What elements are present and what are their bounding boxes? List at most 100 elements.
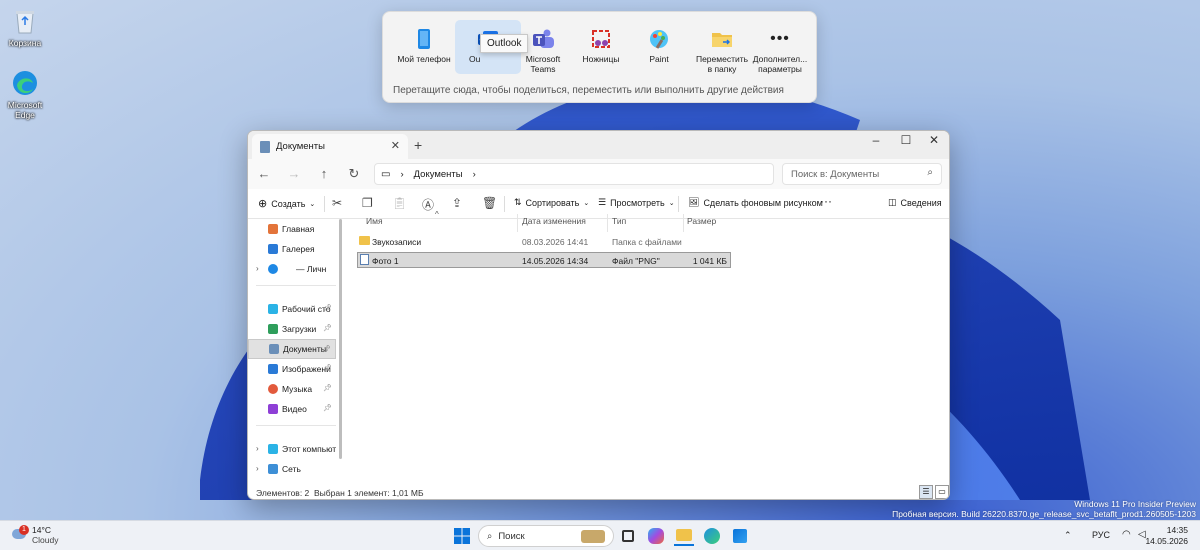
sidebar-item-pictures[interactable]: Изображени 📌︎ [248,359,336,379]
file-row-sound-recordings[interactable]: Звукозаписи 08.03.2026 14:41 Папка с фай… [357,234,731,250]
tiles-view-icon[interactable]: ▭ [935,485,949,499]
desktop-icon-edge[interactable]: Microsoft Edge [0,68,50,120]
paste-icon[interactable]: 📋︎ [392,196,407,210]
column-header-size[interactable]: Размер [687,216,716,226]
sidebar-item-onedrive[interactable]: › — Личн [248,259,336,279]
pictures-icon [268,364,278,374]
start-button[interactable] [452,526,472,546]
share-target-phone[interactable]: Мой телефон [391,20,457,74]
desktop-icon-recycle-bin[interactable]: Корзина [0,6,50,48]
share-target-move-to-folder[interactable]: Переместить в папку [689,20,755,74]
command-bar: ⊕ Создать ⌄ ✂ ❐ 📋︎ Ⓐ ⇪ 🗑︎ ⇅ Сортировать … [248,189,949,219]
network-status-icon[interactable]: ◠ [1122,529,1131,540]
image-file-icon [360,254,369,265]
chevron-right-icon: › [256,444,259,453]
sidebar-item-network[interactable]: › Сеть [248,459,336,479]
refresh-icon[interactable]: ↻ [344,166,364,182]
back-icon[interactable]: ← [254,166,274,181]
sort-button[interactable]: ⇅ Сортировать ⌄ [514,197,589,208]
column-divider[interactable] [683,214,684,232]
sidebar-item-video[interactable]: Видео 📌︎ [248,399,336,419]
gallery-icon [268,244,278,254]
chevron-right-icon: › [256,464,259,473]
copilot-button[interactable] [646,526,666,546]
explorer-taskbar-button[interactable] [674,526,694,546]
sidebar-item-gallery[interactable]: Галерея [248,239,336,259]
edge-taskbar-button[interactable] [702,526,722,546]
language-indicator[interactable]: РУС [1092,530,1110,540]
details-button[interactable]: ◫ Сведения [888,197,942,208]
sidebar-item-desktop[interactable]: Рабочий сто 📌︎ [248,299,336,319]
minimize-button[interactable]: – [861,133,891,147]
search-input[interactable]: Поиск в: Документы ⌕ [782,163,942,185]
divider [504,196,505,212]
new-tab-button[interactable]: + [414,137,422,153]
desktop-icon-label: Корзина [8,38,42,48]
create-button[interactable]: ⊕ Создать ⌄ [258,197,315,210]
maximize-button[interactable]: ☐ [891,133,921,147]
weather-widget[interactable]: 1 14°C Cloudy [10,525,58,545]
address-bar[interactable]: ▭ › Документы › [374,163,774,185]
copilot-icon [648,528,664,544]
divider [256,285,336,286]
status-selection: Выбран 1 элемент: 1,01 МБ [314,488,424,498]
column-header-date[interactable]: Дата изменения [522,216,586,226]
up-icon[interactable]: ↑ [314,166,334,181]
sidebar-item-music[interactable]: Музыка 📌︎ [248,379,336,399]
view-button[interactable]: ☰ Просмотреть ⌄ [598,197,675,208]
sidebar-item-downloads[interactable]: Загрузки 📌︎ [248,319,336,339]
home-icon [268,224,278,234]
chevron-right-icon: › [472,168,476,180]
pin-icon: 📌︎ [323,325,332,332]
share-icon[interactable]: ⇪ [452,196,462,210]
close-window-button[interactable]: ✕ [919,133,949,147]
pin-icon: 📌︎ [323,305,332,312]
taskbar-search[interactable]: ⌕ Поиск [478,525,614,547]
more-options-button[interactable]: ··· [820,194,832,208]
desktop-icon [268,304,278,314]
file-row-photo-1[interactable]: Фото 1 14.05.2026 14:34 Файл "PNG" 1 041… [357,252,731,268]
delete-icon[interactable]: 🗑︎ [482,196,497,210]
column-divider[interactable] [517,214,518,232]
sidebar-item-documents[interactable]: Документы 📌︎ [248,339,336,359]
column-header-name[interactable]: Имя [366,216,383,226]
share-target-more-options[interactable]: ••• Дополнител... параметры [747,20,813,75]
sort-icon: ⇅ [514,197,522,207]
store-icon [733,529,747,543]
divider [324,196,325,212]
music-icon [268,384,278,394]
search-icon: ⌕ [487,530,493,542]
column-divider[interactable] [607,214,608,232]
taskbar: 1 14°C Cloudy ⌕ Поиск ⌃ РУС ◠ ◁ 14:35 14… [0,520,1200,550]
tray-overflow-icon[interactable]: ⌃ [1064,530,1072,541]
divider [256,425,336,426]
documents-icon [260,140,270,153]
breadcrumb[interactable]: Документы [414,169,463,180]
set-wallpaper-button[interactable]: 🖼︎ Сделать фоновым рисунком [688,197,823,208]
plus-circle-icon: ⊕ [258,198,268,210]
sidebar-scrollbar[interactable] [339,219,342,459]
cut-icon[interactable]: ✂ [332,196,342,210]
recycle-bin-icon [10,6,40,36]
os-watermark: Windows 11 Pro Insider Preview Пробная в… [892,499,1196,519]
monitor-icon: ▭ [381,168,391,180]
sidebar-item-home[interactable]: Главная [248,219,336,239]
column-header-type[interactable]: Тип [612,216,626,226]
chevron-down-icon: ⌄ [583,199,590,207]
network-icon [268,464,278,474]
forward-icon[interactable]: → [284,166,304,181]
share-target-snipping[interactable]: Ножницы [568,20,634,74]
share-flyout: Мой телефон Ou Microsoft Teams Ножницы P… [382,11,817,103]
rename-icon[interactable]: Ⓐ [422,196,434,213]
task-view-button[interactable] [618,526,638,546]
tab-documents[interactable]: Документы ✕ [252,134,408,159]
store-taskbar-button[interactable] [730,526,750,546]
close-tab-icon[interactable]: ✕ [391,139,400,152]
copy-icon[interactable]: ❐ [362,196,373,210]
sidebar-item-this-pc[interactable]: › Этот компьюте [248,439,336,459]
clock[interactable]: 14:35 14.05.2026 [1145,525,1188,547]
chevron-right-icon: › [256,264,259,273]
chevron-right-icon: › [400,168,404,180]
share-target-paint[interactable]: Paint [626,20,692,74]
details-view-icon[interactable]: ☰ [919,485,933,499]
